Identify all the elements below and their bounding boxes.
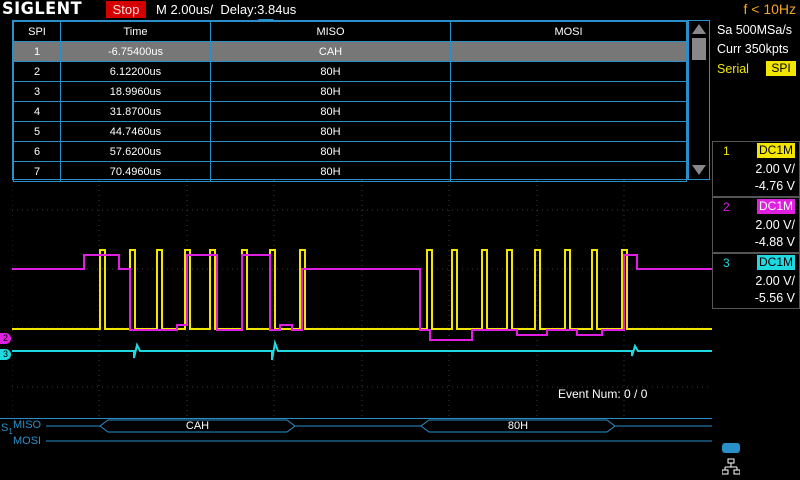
scroll-up-icon[interactable] <box>692 24 706 34</box>
table-row[interactable]: 4 31.8700us 80H <box>13 101 687 122</box>
table-row[interactable]: 1 -6.75400us CAH <box>13 41 687 62</box>
row-miso: 80H <box>210 121 451 142</box>
channel-3-number: 3 <box>723 256 730 270</box>
sample-rate: Sa 500MSa/s <box>717 23 793 37</box>
row-mosi <box>450 81 687 102</box>
trigger-type[interactable]: Serial <box>717 62 749 76</box>
timebase-value: M 2.00us/ <box>156 2 214 17</box>
channel-1-coupling: DC1M <box>757 143 795 158</box>
miso-frame-1: CAH <box>185 420 210 432</box>
miso-frame-2: 80H <box>507 420 529 432</box>
row-mosi <box>450 41 687 62</box>
run-stop-indicator[interactable]: Stop <box>106 1 146 18</box>
table-row[interactable]: 6 57.6200us 80H <box>13 141 687 162</box>
channel-1-number: 1 <box>723 144 730 158</box>
column-header-spi: SPI <box>13 21 61 42</box>
channel-3-marker[interactable]: 3 <box>0 349 11 360</box>
scroll-thumb[interactable] <box>692 38 706 60</box>
scroll-down-icon[interactable] <box>692 165 706 175</box>
event-number-readout: Event Num: 0 / 0 <box>558 387 648 401</box>
channel-1-offset: -4.76 V <box>754 179 795 193</box>
channel-2-coupling: DC1M <box>757 199 795 214</box>
timebase-readout[interactable]: M 2.00us/ Delay:3.84us <box>156 2 296 17</box>
row-index: 3 <box>13 81 61 102</box>
row-miso: 80H <box>210 141 451 162</box>
channel-1-panel[interactable]: 1 DC1M 2.00 V/ -4.76 V <box>712 141 800 197</box>
row-index: 5 <box>13 121 61 142</box>
row-index: 1 <box>13 41 61 62</box>
table-row[interactable]: 2 6.12200us 80H <box>13 61 687 82</box>
column-header-miso: MISO <box>210 21 451 42</box>
row-time: 6.12200us <box>60 61 211 82</box>
memory-depth: Curr 350kpts <box>717 42 789 56</box>
row-mosi <box>450 101 687 122</box>
channel-1-trace <box>12 249 712 330</box>
row-index: 2 <box>13 61 61 82</box>
column-header-time: Time <box>60 21 211 42</box>
row-mosi <box>450 121 687 142</box>
row-time: 44.7460us <box>60 121 211 142</box>
row-time: 18.9960us <box>60 81 211 102</box>
row-miso: 80H <box>210 101 451 122</box>
brand-logo: SIGLENT <box>2 0 83 19</box>
row-time: 31.8700us <box>60 101 211 122</box>
serial-bus-decode[interactable]: S1 MISO MOSI CAH 80H <box>0 418 712 450</box>
table-scrollbar[interactable] <box>688 20 710 180</box>
row-mosi <box>450 141 687 162</box>
row-miso: CAH <box>210 41 451 62</box>
table-row[interactable]: 7 70.4960us 80H <box>13 161 687 182</box>
channel-2-offset: -4.88 V <box>754 235 795 249</box>
channel-3-scale: 2.00 V/ <box>755 274 795 288</box>
channel-2-trace <box>12 254 712 341</box>
channel-3-coupling: DC1M <box>757 255 795 270</box>
network-icon <box>722 458 740 475</box>
row-time: 57.6200us <box>60 141 211 162</box>
channel-1-scale: 2.00 V/ <box>755 162 795 176</box>
decode-list-table[interactable]: SPI Time MISO MOSI 1 -6.75400us CAH 2 6.… <box>12 20 688 182</box>
trigger-source-badge[interactable]: SPI <box>766 61 796 76</box>
channel-3-panel[interactable]: 3 DC1M 2.00 V/ -5.56 V <box>712 253 800 309</box>
channel-2-marker[interactable]: 2 <box>0 333 11 344</box>
right-info-panel: Sa 500MSa/s Curr 350kpts Serial SPI 1 DC… <box>712 20 800 480</box>
row-index: 4 <box>13 101 61 122</box>
row-index: 7 <box>13 161 61 182</box>
channel-2-scale: 2.00 V/ <box>755 218 795 232</box>
trigger-frequency: f < 10Hz <box>743 1 796 17</box>
row-mosi <box>450 161 687 182</box>
row-mosi <box>450 61 687 82</box>
table-row[interactable]: 3 18.9960us 80H <box>13 81 687 102</box>
row-miso: 80H <box>210 61 451 82</box>
delay-value: Delay:3.84us <box>220 2 297 17</box>
channel-2-number: 2 <box>723 200 730 214</box>
usb-icon <box>722 443 740 453</box>
channel-3-offset: -5.56 V <box>754 291 795 305</box>
row-miso: 80H <box>210 81 451 102</box>
row-time: -6.75400us <box>60 41 211 62</box>
table-row[interactable]: 5 44.7460us 80H <box>13 121 687 142</box>
table-header-row: SPI Time MISO MOSI <box>13 21 687 42</box>
column-header-mosi: MOSI <box>450 21 687 42</box>
channel-2-panel[interactable]: 2 DC1M 2.00 V/ -4.88 V <box>712 197 800 253</box>
graticule <box>12 180 712 418</box>
waveform-display[interactable] <box>12 180 712 418</box>
row-index: 6 <box>13 141 61 162</box>
row-miso: 80H <box>210 161 451 182</box>
row-time: 70.4960us <box>60 161 211 182</box>
bottom-area <box>0 450 712 480</box>
